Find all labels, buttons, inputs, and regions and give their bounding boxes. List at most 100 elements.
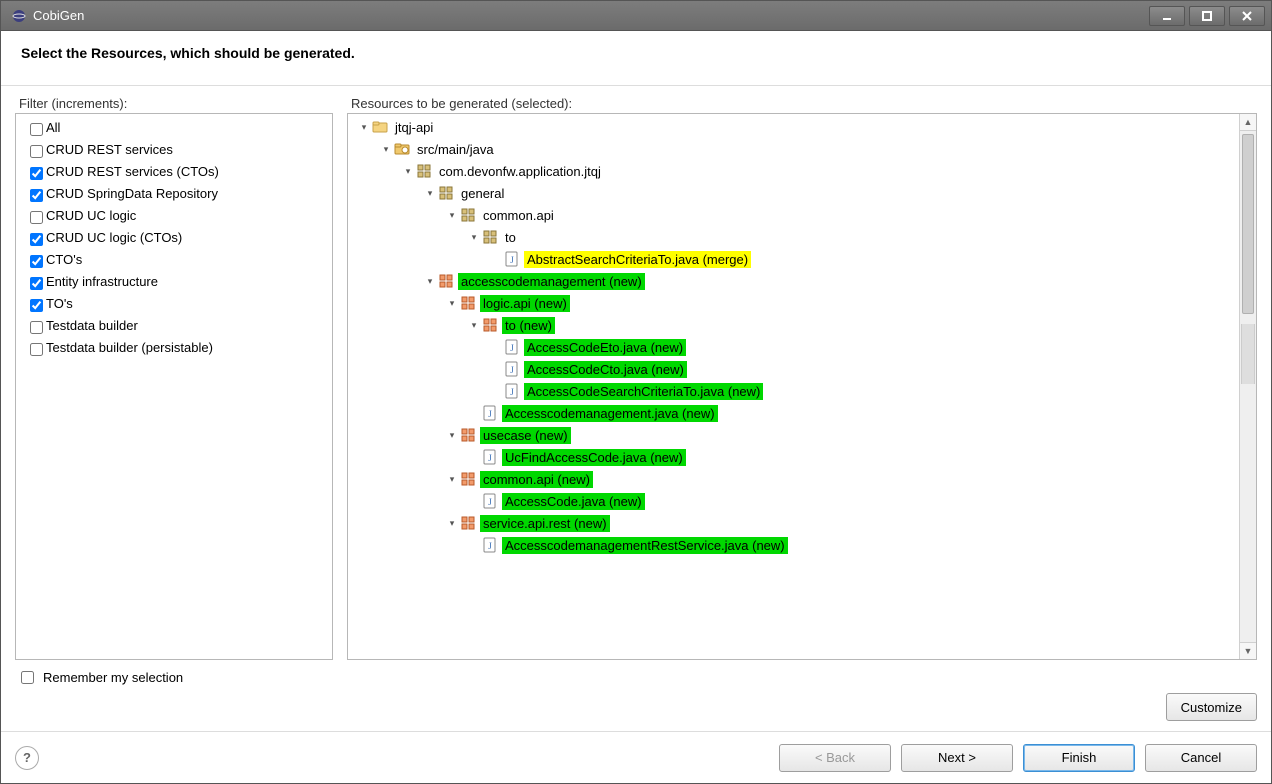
filter-item[interactable]: All [16, 116, 332, 138]
expander-open-icon[interactable] [444, 512, 460, 534]
filter-item-label: Testdata builder (persistable) [46, 340, 213, 355]
filter-checkbox[interactable] [30, 167, 43, 180]
project-icon [372, 119, 388, 135]
tree-row[interactable]: service.api.rest (new) [348, 512, 1256, 534]
tree-label: to [502, 229, 519, 246]
filter-item[interactable]: CRUD REST services [16, 138, 332, 160]
filter-item[interactable]: TO's [16, 292, 332, 314]
tree-row[interactable]: to [348, 226, 1256, 248]
java-icon [504, 361, 520, 377]
package-g-icon [460, 471, 476, 487]
expander-open-icon[interactable] [444, 424, 460, 446]
tree-row[interactable]: common.api [348, 204, 1256, 226]
tree-row[interactable]: common.api (new) [348, 468, 1256, 490]
cancel-button[interactable]: Cancel [1145, 744, 1257, 772]
remember-checkbox[interactable] [21, 671, 34, 684]
resources-tree[interactable]: jtqj-api src/main/java com.devonfw.applica… [347, 113, 1257, 660]
remember-label[interactable]: Remember my selection [43, 670, 183, 685]
window-title: CobiGen [33, 8, 1145, 23]
tree-row[interactable]: to (new) [348, 314, 1256, 336]
tree-label: jtqj-api [392, 119, 436, 136]
filter-item[interactable]: CRUD SpringData Repository [16, 182, 332, 204]
tree-row[interactable]: AccesscodemanagementRestService.java (ne… [348, 534, 1256, 556]
customize-button[interactable]: Customize [1166, 693, 1257, 721]
scroll-down-icon[interactable]: ▼ [1240, 642, 1256, 659]
filter-column: Filter (increments): AllCRUD REST servic… [15, 96, 333, 660]
filter-item[interactable]: CRUD REST services (CTOs) [16, 160, 332, 182]
tree-row[interactable]: AccessCodeSearchCriteriaTo.java (new) [348, 380, 1256, 402]
tree-row[interactable]: accesscodemanagement (new) [348, 270, 1256, 292]
filter-item-label: CTO's [46, 252, 82, 267]
expander-open-icon[interactable] [422, 182, 438, 204]
tree-row[interactable]: com.devonfw.application.jtqj [348, 160, 1256, 182]
filter-checkbox[interactable] [30, 123, 43, 136]
filter-checkbox[interactable] [30, 299, 43, 312]
filter-item[interactable]: Testdata builder (persistable) [16, 336, 332, 358]
tree-row[interactable]: AccessCodeEto.java (new) [348, 336, 1256, 358]
filter-item[interactable]: CTO's [16, 248, 332, 270]
tree-label: Accesscodemanagement.java (new) [502, 405, 718, 422]
minimize-button[interactable] [1149, 6, 1185, 26]
tree-label: common.api [480, 207, 557, 224]
tree-label: general [458, 185, 507, 202]
tree-row[interactable]: src/main/java [348, 138, 1256, 160]
expander-open-icon[interactable] [444, 204, 460, 226]
java-icon [482, 449, 498, 465]
expander-open-icon[interactable] [400, 160, 416, 182]
dialog-window: CobiGen Select the Resources, which shou… [0, 0, 1272, 784]
tree-row[interactable]: AccessCode.java (new) [348, 490, 1256, 512]
filter-item-label: Entity infrastructure [46, 274, 158, 289]
finish-button[interactable]: Finish [1023, 744, 1135, 772]
scroll-thumb[interactable] [1242, 134, 1254, 314]
filter-checkbox[interactable] [30, 233, 43, 246]
help-icon[interactable]: ? [15, 746, 39, 770]
wizard-body: Filter (increments): AllCRUD REST servic… [1, 86, 1271, 731]
tree-label: src/main/java [414, 141, 497, 158]
filter-checkbox[interactable] [30, 145, 43, 158]
filter-checkbox[interactable] [30, 211, 43, 224]
resources-column: Resources to be generated (selected): jt… [347, 96, 1257, 660]
next-button[interactable]: Next > [901, 744, 1013, 772]
package-g-icon [438, 273, 454, 289]
tree-scrollbar[interactable]: ▲ ▼ [1239, 114, 1256, 659]
filter-checkbox[interactable] [30, 255, 43, 268]
expander-open-icon[interactable] [444, 292, 460, 314]
package-g-icon [460, 295, 476, 311]
expander-open-icon[interactable] [356, 116, 372, 138]
expander-open-icon[interactable] [466, 226, 482, 248]
tree-row[interactable]: logic.api (new) [348, 292, 1256, 314]
filter-item[interactable]: Testdata builder [16, 314, 332, 336]
expander-none-icon [488, 248, 504, 270]
java-icon [504, 383, 520, 399]
expander-open-icon[interactable] [422, 270, 438, 292]
filter-item[interactable]: CRUD UC logic (CTOs) [16, 226, 332, 248]
scroll-up-icon[interactable]: ▲ [1240, 114, 1256, 131]
maximize-button[interactable] [1189, 6, 1225, 26]
filter-checkbox[interactable] [30, 189, 43, 202]
tree-label: accesscodemanagement (new) [458, 273, 645, 290]
expander-none-icon [466, 402, 482, 424]
tree-label: service.api.rest (new) [480, 515, 610, 532]
filter-listbox[interactable]: AllCRUD REST servicesCRUD REST services … [15, 113, 333, 660]
package-icon [482, 229, 498, 245]
filter-checkbox[interactable] [30, 277, 43, 290]
expander-open-icon[interactable] [466, 314, 482, 336]
tree-row[interactable]: AccessCodeCto.java (new) [348, 358, 1256, 380]
expander-open-icon[interactable] [378, 138, 394, 160]
filter-item[interactable]: CRUD UC logic [16, 204, 332, 226]
filter-checkbox[interactable] [30, 321, 43, 334]
filter-checkbox[interactable] [30, 343, 43, 356]
close-button[interactable] [1229, 6, 1265, 26]
back-button[interactable]: < Back [779, 744, 891, 772]
tree-row[interactable]: Accesscodemanagement.java (new) [348, 402, 1256, 424]
tree-row[interactable]: jtqj-api [348, 116, 1256, 138]
tree-row[interactable]: general [348, 182, 1256, 204]
filter-item[interactable]: Entity infrastructure [16, 270, 332, 292]
tree-row[interactable]: AbstractSearchCriteriaTo.java (merge) [348, 248, 1256, 270]
tree-row[interactable]: usecase (new) [348, 424, 1256, 446]
package-g-icon [482, 317, 498, 333]
expander-open-icon[interactable] [444, 468, 460, 490]
tree-label: logic.api (new) [480, 295, 570, 312]
tree-row[interactable]: UcFindAccessCode.java (new) [348, 446, 1256, 468]
wizard-footer: ? < Back Next > Finish Cancel [1, 731, 1271, 783]
